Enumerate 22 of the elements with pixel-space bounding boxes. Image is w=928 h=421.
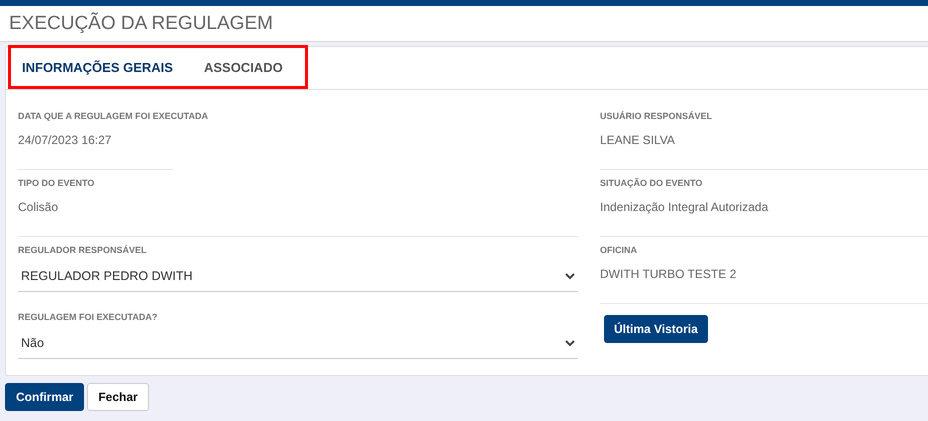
tab[interactable]: ASSOCIADO [204,60,283,74]
field-value: DWITH TURBO TESTE 2 [600,267,738,281]
tab[interactable]: INFORMAÇÕES GERAIS [22,60,173,74]
confirm-button[interactable]: Confirmar [5,383,84,411]
field-value: LEANE SILVA [600,133,676,147]
last-inspection-button[interactable]: Última Vistoria [604,315,708,343]
select-field[interactable]: Não [18,328,578,359]
page-title: EXECUÇÃO DA REGULAGEM [9,12,273,34]
field-value: Colisão [18,200,60,214]
field-label: REGULADOR RESPONSÁVEL [18,245,148,255]
field-label: TIPO DO EVENTO [18,178,96,188]
chevron-down-icon [565,340,575,346]
field-label: DATA QUE A REGULAGEM FOI EXECUTADA [18,111,209,121]
field-value: 24/07/2023 16:27 [18,133,112,147]
close-button[interactable]: Fechar [87,383,149,411]
field-label: REGULAGEM FOI EXECUTADA? [18,312,158,322]
select-field[interactable]: REGULADOR PEDRO DWITH [18,261,578,292]
field-label: OFICINA [600,245,638,255]
field-value: Indenização Integral Autorizada [600,200,770,214]
field-label: SITUAÇÃO DO EVENTO [600,178,704,188]
field-label: USUÁRIO RESPONSÁVEL [600,111,714,121]
chevron-down-icon [565,272,575,280]
